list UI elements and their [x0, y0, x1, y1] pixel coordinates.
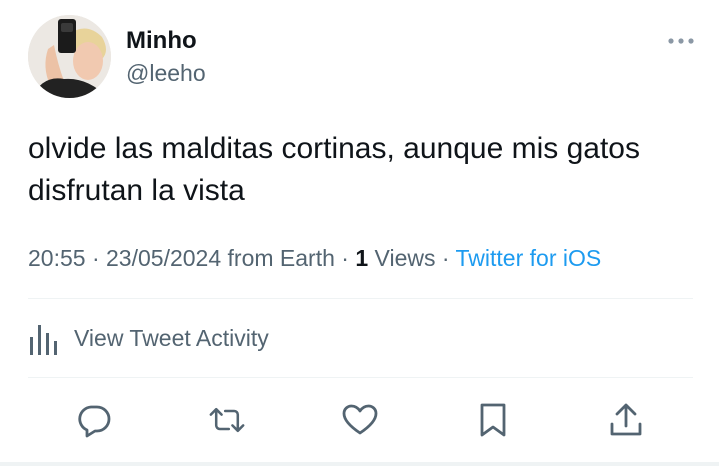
- view-tweet-activity-label: View Tweet Activity: [74, 324, 269, 351]
- tweet-date[interactable]: 23/05/2024: [106, 245, 221, 271]
- more-horizontal-icon: [668, 38, 694, 44]
- bottom-border: [0, 462, 719, 466]
- author-handle[interactable]: @leeho: [126, 60, 206, 87]
- author-name[interactable]: Minho: [126, 27, 197, 55]
- meta-separator: ·: [334, 245, 356, 271]
- tweet-text: olvide las malditas cortinas, aunque mis…: [28, 132, 640, 207]
- bookmark-icon: [480, 403, 506, 437]
- share-upload-icon: [610, 403, 642, 436]
- share-button[interactable]: [606, 400, 646, 440]
- like-button[interactable]: [340, 400, 380, 440]
- bookmark-button[interactable]: [473, 400, 513, 440]
- retweet-button[interactable]: [207, 400, 247, 440]
- more-options-button[interactable]: [668, 33, 694, 49]
- heart-icon: [342, 404, 378, 435]
- views-label: Views: [368, 245, 436, 271]
- tweet-time[interactable]: 20:55: [28, 245, 86, 271]
- avatar-photo: [28, 15, 111, 98]
- analytics-bars-icon: [30, 325, 57, 355]
- divider: [28, 377, 693, 378]
- avatar[interactable]: [28, 15, 111, 98]
- meta-separator: ·: [435, 245, 456, 271]
- reply-button[interactable]: [74, 400, 114, 440]
- tweet-location: from Earth: [221, 245, 335, 271]
- meta-separator: ·: [85, 245, 107, 271]
- reply-bubble-icon: [78, 405, 111, 438]
- divider: [28, 298, 693, 299]
- tweet-source-link[interactable]: Twitter for iOS: [456, 245, 602, 271]
- views-count: 1: [355, 245, 369, 271]
- retweet-icon: [209, 407, 245, 433]
- view-tweet-activity-button[interactable]: View Tweet Activity: [28, 318, 269, 358]
- tweet-meta: 20:55 · 23/05/2024 from Earth · 1 Views …: [28, 245, 601, 272]
